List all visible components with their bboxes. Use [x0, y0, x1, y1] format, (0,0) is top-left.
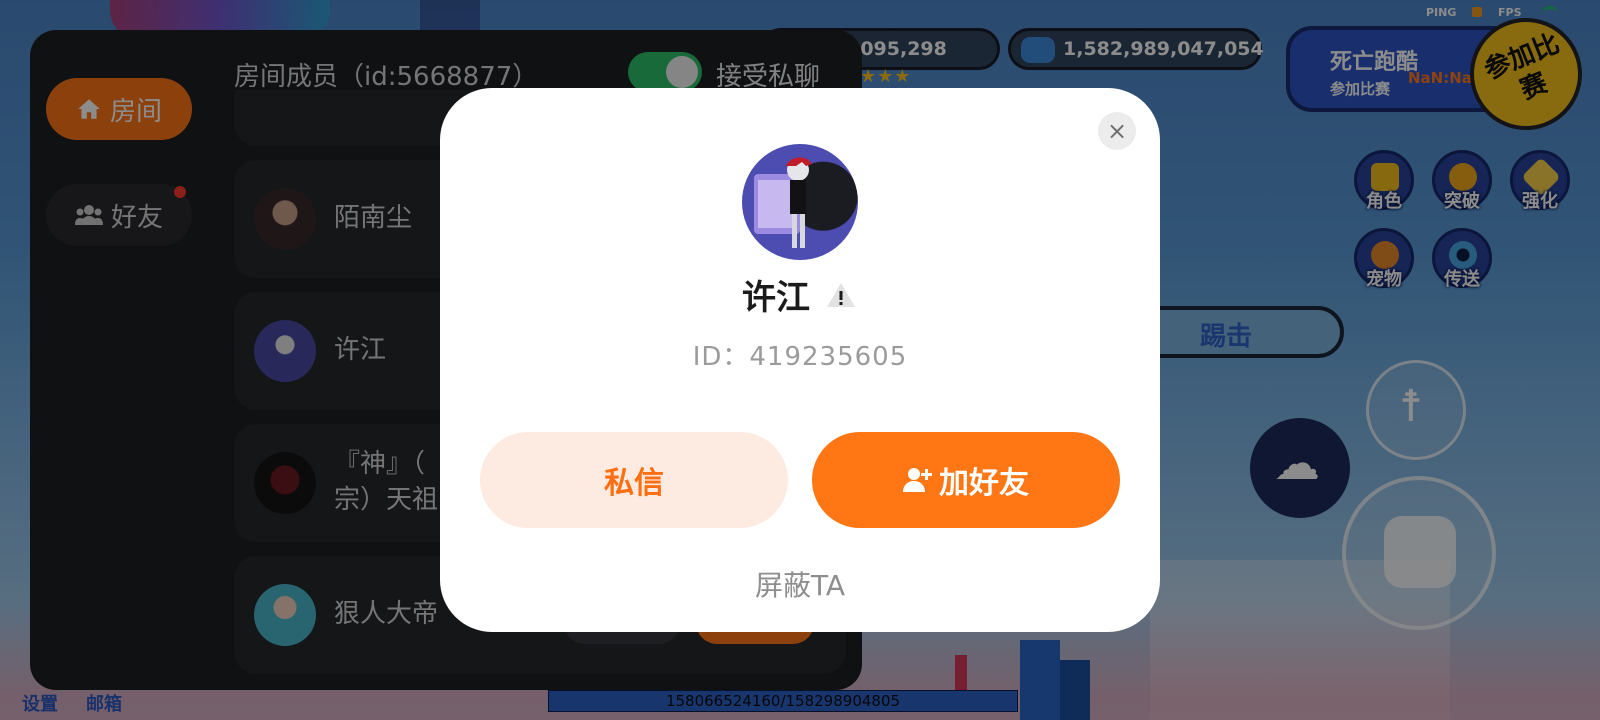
profile-name-row: 许江 [440, 270, 1160, 319]
add-friend-label: 加好友 [939, 466, 1029, 501]
block-user-button[interactable]: 屏蔽TA [440, 564, 1160, 604]
avatar [742, 144, 858, 260]
profile-id: ID：419235605 [692, 342, 908, 372]
profile-name: 许江 [742, 278, 810, 318]
report-warning-icon[interactable] [824, 278, 858, 312]
user-profile-dialog: × 许江 ID：419235605 私信 加好友 屏蔽TA [440, 88, 1160, 632]
private-message-label: 私信 [604, 466, 664, 501]
close-button[interactable]: × [1098, 112, 1136, 150]
add-user-icon [903, 468, 932, 492]
avatar-character-icon [754, 157, 812, 248]
private-message-button[interactable]: 私信 [480, 432, 788, 528]
add-friend-button[interactable]: 加好友 [812, 432, 1120, 528]
